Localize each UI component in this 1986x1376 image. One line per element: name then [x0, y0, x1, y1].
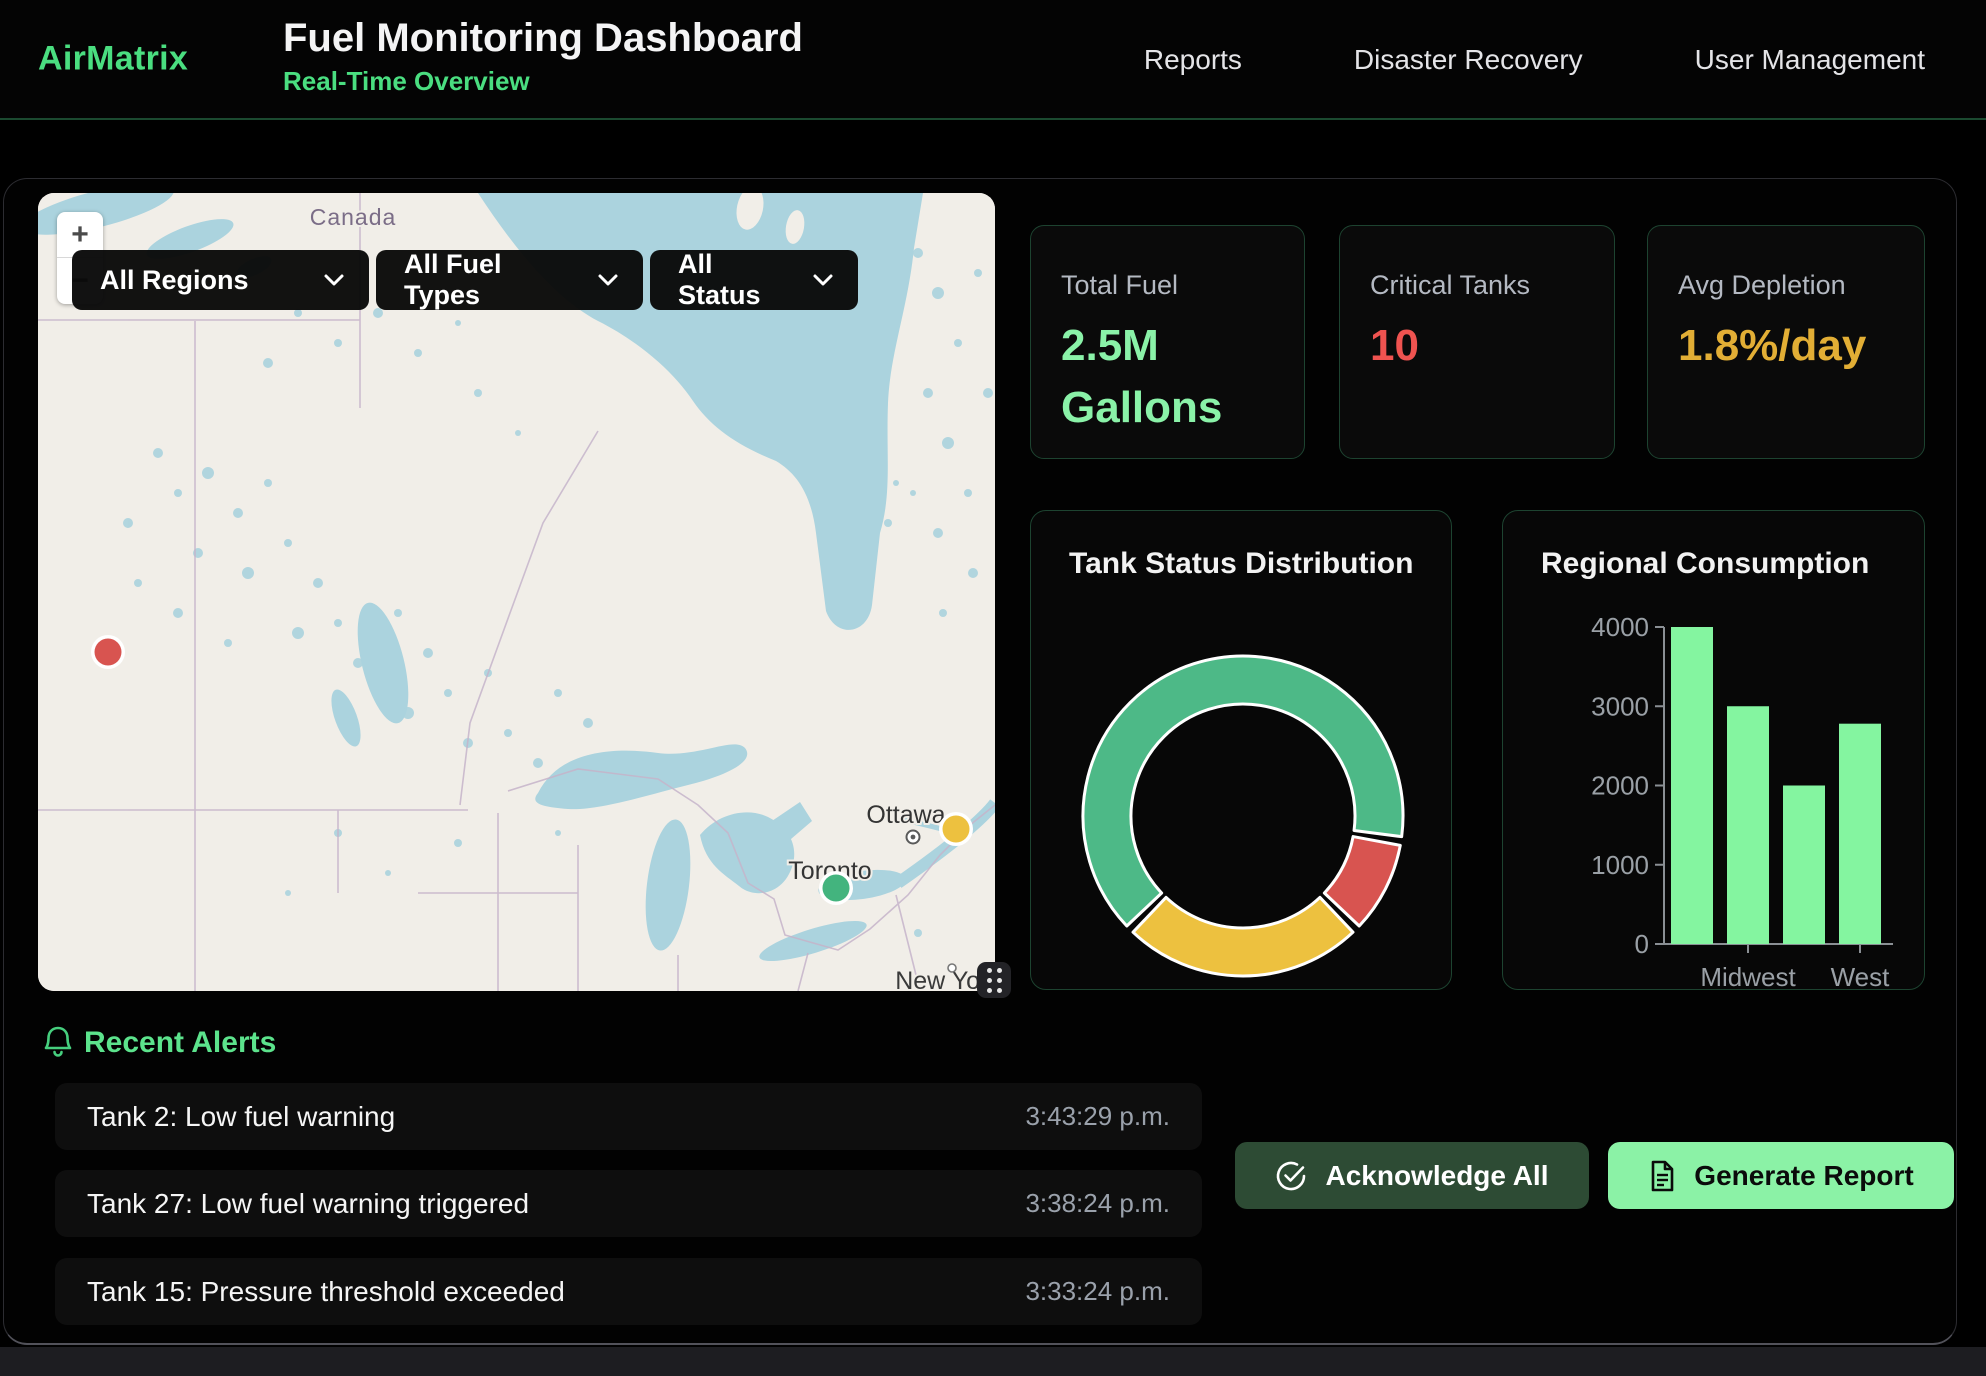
page-subtitle: Real-Time Overview: [283, 66, 803, 97]
alert-row[interactable]: Tank 2: Low fuel warning 3:43:29 p.m.: [55, 1083, 1202, 1150]
alert-timestamp: 3:38:24 p.m.: [1025, 1188, 1170, 1219]
y-axis-tick-label: 4000: [1591, 612, 1649, 642]
regional-consumption-panel: Regional Consumption 01000200030004000Mi…: [1502, 510, 1925, 990]
nav-disaster-recovery[interactable]: Disaster Recovery: [1354, 44, 1583, 76]
stat-card-avg-depletion: Avg Depletion 1.8%/day: [1647, 225, 1925, 459]
y-axis-tick-label: 2000: [1591, 771, 1649, 801]
alert-row[interactable]: Tank 27: Low fuel warning triggered 3:38…: [55, 1170, 1202, 1237]
acknowledge-all-button[interactable]: Acknowledge All: [1235, 1142, 1589, 1209]
stat-value: 2.5M Gallons: [1061, 315, 1241, 440]
page-title: Fuel Monitoring Dashboard: [283, 14, 803, 62]
region-filter-label: All Regions: [100, 265, 249, 296]
dashboard-page: AirMatrix Fuel Monitoring Dashboard Real…: [0, 0, 1986, 1376]
chevron-down-icon: [323, 273, 345, 287]
main-nav: Reports Disaster Recovery User Managemen…: [1144, 0, 1925, 120]
stat-label: Critical Tanks: [1370, 270, 1586, 301]
y-axis-tick-label: 3000: [1591, 691, 1649, 721]
map-filters: All Regions All Fuel Types All Status: [72, 250, 858, 310]
fuel-map[interactable]: Canada Ottawa Toronto New York + − All R…: [38, 193, 995, 991]
tank-marker-critical[interactable]: [95, 639, 122, 666]
nav-user-management[interactable]: User Management: [1695, 44, 1925, 76]
tank-status-donut-chart[interactable]: [1031, 511, 1453, 991]
stat-value: 10: [1370, 315, 1550, 377]
fuel-type-filter-label: All Fuel Types: [404, 249, 571, 311]
alert-row[interactable]: Tank 15: Pressure threshold exceeded 3:3…: [55, 1258, 1202, 1325]
map-label-canada: Canada: [310, 204, 397, 230]
regional-consumption-bar-chart[interactable]: 0 1000 2000 3000 4000 Midwest West: [1503, 511, 1926, 991]
alert-text: Tank 2: Low fuel warning: [87, 1101, 395, 1133]
generate-report-button[interactable]: Generate Report: [1608, 1142, 1954, 1209]
bar-West[interactable]: [1839, 724, 1881, 944]
header-titles: Fuel Monitoring Dashboard Real-Time Over…: [283, 14, 803, 97]
stat-card-total-fuel: Total Fuel 2.5M Gallons: [1030, 225, 1305, 459]
app-header: AirMatrix Fuel Monitoring Dashboard Real…: [0, 0, 1986, 120]
fuel-type-filter-dropdown[interactable]: All Fuel Types: [376, 250, 643, 310]
generate-report-label: Generate Report: [1694, 1160, 1913, 1192]
bar-Midwest[interactable]: [1727, 706, 1769, 944]
bar-region-3[interactable]: [1783, 786, 1825, 945]
status-filter-dropdown[interactable]: All Status: [650, 250, 858, 310]
alert-timestamp: 3:33:24 p.m.: [1025, 1276, 1170, 1307]
map-label-ottawa: Ottawa: [866, 801, 945, 829]
y-axis-tick-label: 1000: [1591, 850, 1649, 880]
region-filter-dropdown[interactable]: All Regions: [72, 250, 369, 310]
stat-value: 1.8%/day: [1678, 315, 1858, 377]
tank-marker-warning[interactable]: [943, 816, 970, 843]
x-axis-tick-label: West: [1831, 962, 1891, 991]
app-logo[interactable]: AirMatrix: [38, 40, 188, 79]
acknowledge-all-label: Acknowledge All: [1325, 1160, 1548, 1192]
status-filter-label: All Status: [678, 249, 786, 311]
nav-reports[interactable]: Reports: [1144, 44, 1242, 76]
stat-label: Total Fuel: [1061, 270, 1276, 301]
resize-drag-handle-icon[interactable]: [977, 962, 1011, 998]
chevron-down-icon: [812, 273, 834, 287]
map-canvas[interactable]: Canada Ottawa Toronto New York: [38, 193, 995, 991]
bar-region-1[interactable]: [1671, 627, 1713, 944]
x-axis-tick-label: Midwest: [1700, 962, 1796, 991]
tank-status-panel: Tank Status Distribution: [1030, 510, 1452, 990]
chevron-down-icon: [597, 273, 619, 287]
alert-text: Tank 15: Pressure threshold exceeded: [87, 1276, 565, 1308]
check-circle-icon: [1275, 1160, 1307, 1192]
recent-alerts-title: Recent Alerts: [84, 1026, 276, 1060]
stat-label: Avg Depletion: [1678, 270, 1896, 301]
stat-card-critical-tanks: Critical Tanks 10: [1339, 225, 1615, 459]
document-icon: [1648, 1160, 1676, 1192]
y-axis-tick-label: 0: [1635, 929, 1649, 959]
tank-marker-normal[interactable]: [823, 875, 850, 902]
window-bottom-band: [0, 1347, 1986, 1376]
bell-icon: [42, 1025, 74, 1064]
alert-text: Tank 27: Low fuel warning triggered: [87, 1188, 529, 1220]
alert-timestamp: 3:43:29 p.m.: [1025, 1101, 1170, 1132]
donut-segment-warning[interactable]: [1133, 897, 1353, 976]
